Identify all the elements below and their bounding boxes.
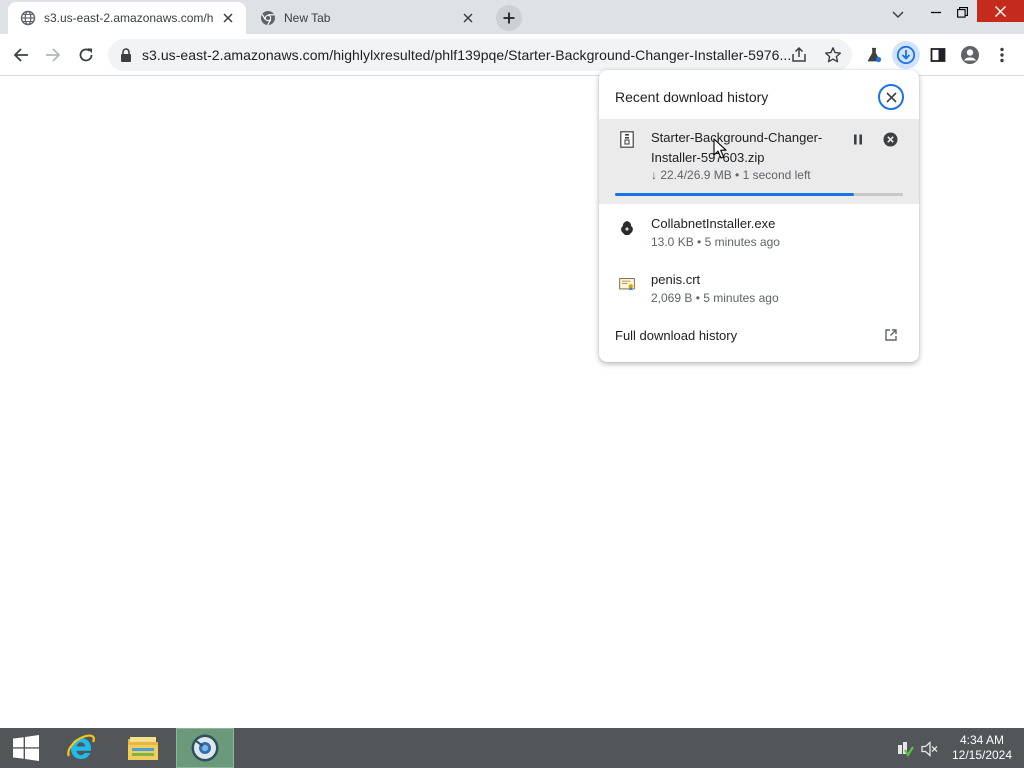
tab-strip: s3.us-east-2.amazonaws.com/highlylxresul… bbox=[0, 0, 1024, 34]
file-explorer-icon bbox=[128, 737, 158, 760]
side-panel-icon bbox=[930, 48, 946, 62]
close-icon bbox=[995, 5, 1006, 17]
download-icon bbox=[896, 45, 916, 65]
download-filename[interactable]: penis.crt bbox=[651, 270, 837, 290]
cancel-icon bbox=[883, 132, 897, 146]
close-tab-icon[interactable] bbox=[458, 8, 478, 28]
bubble-title: Recent download history bbox=[615, 89, 769, 105]
taskbar-file-explorer[interactable] bbox=[114, 728, 172, 768]
download-status: 13.0 KB • 5 minutes ago bbox=[651, 235, 780, 249]
bubble-close-button[interactable] bbox=[878, 84, 904, 110]
start-button[interactable] bbox=[0, 728, 52, 768]
clock-time: 4:34 AM bbox=[959, 733, 1005, 747]
download-status: 2,069 B • 5 minutes ago bbox=[651, 291, 779, 305]
restore-button[interactable] bbox=[950, 0, 974, 24]
cancel-download-button[interactable] bbox=[880, 129, 900, 149]
download-filename[interactable]: Starter-Background-Changer-Installer-597… bbox=[651, 128, 837, 168]
mouse-cursor-icon bbox=[713, 138, 727, 159]
forward-arrow-icon bbox=[46, 48, 61, 62]
menu-button[interactable] bbox=[988, 41, 1016, 69]
download-item[interactable]: penis.crt 2,069 B • 5 minutes ago bbox=[599, 264, 919, 316]
share-icon[interactable] bbox=[790, 46, 808, 64]
network-icon[interactable] bbox=[896, 740, 914, 758]
windows-logo-icon bbox=[13, 735, 39, 761]
tab-search-button[interactable] bbox=[884, 3, 912, 27]
back-button[interactable] bbox=[7, 41, 35, 69]
profile-avatar-icon bbox=[961, 46, 979, 64]
close-window-button[interactable] bbox=[977, 0, 1024, 22]
pause-icon bbox=[854, 134, 862, 144]
internet-explorer-icon bbox=[67, 734, 95, 759]
taskbar-internet-explorer[interactable] bbox=[52, 728, 110, 768]
chrome-icon bbox=[260, 10, 276, 26]
flask-icon bbox=[867, 47, 882, 63]
side-panel-button[interactable] bbox=[924, 41, 952, 69]
chrome-icon bbox=[191, 734, 219, 762]
profile-button[interactable] bbox=[956, 41, 984, 69]
download-progress-fill bbox=[615, 193, 855, 196]
minimize-button[interactable] bbox=[924, 0, 948, 24]
download-item[interactable]: Starter-Background-Changer-Installer-597… bbox=[599, 119, 919, 204]
full-download-history-link[interactable]: Full download history bbox=[615, 328, 737, 343]
bookmark-star-icon[interactable] bbox=[824, 46, 842, 64]
pause-download-button[interactable] bbox=[847, 129, 869, 149]
close-tab-icon[interactable] bbox=[218, 8, 238, 28]
address-bar[interactable]: s3.us-east-2.amazonaws.com/highlylxresul… bbox=[108, 39, 852, 71]
reload-icon bbox=[79, 48, 93, 62]
volume-muted-icon[interactable] bbox=[921, 740, 939, 758]
back-arrow-icon bbox=[13, 48, 28, 62]
globe-icon bbox=[20, 10, 36, 26]
system-clock[interactable]: 4:34 AM 12/15/2024 bbox=[944, 733, 1020, 763]
forward-button[interactable] bbox=[39, 41, 67, 69]
download-status: ↓ 22.4/26.9 MB • 1 second left bbox=[651, 168, 811, 182]
windows-taskbar: 4:34 AM 12/15/2024 bbox=[0, 728, 1024, 768]
minimize-icon bbox=[931, 11, 941, 14]
labs-button[interactable] bbox=[860, 41, 888, 69]
download-filename[interactable]: CollabnetInstaller.exe bbox=[651, 214, 837, 234]
restore-icon bbox=[956, 6, 968, 18]
lock-icon[interactable] bbox=[118, 47, 134, 63]
download-item[interactable]: CollabnetInstaller.exe 13.0 KB • 5 minut… bbox=[599, 208, 919, 260]
certificate-file-icon bbox=[619, 275, 635, 293]
url-text[interactable]: s3.us-east-2.amazonaws.com/highlylxresul… bbox=[142, 47, 792, 63]
exe-file-icon bbox=[619, 219, 635, 237]
plus-icon bbox=[503, 12, 515, 24]
clock-date: 12/15/2024 bbox=[951, 748, 1013, 762]
kebab-menu-icon bbox=[1000, 47, 1004, 63]
new-tab-button[interactable] bbox=[496, 5, 522, 31]
tab-title: s3.us-east-2.amazonaws.com/highlylxresul… bbox=[44, 11, 214, 25]
zip-file-icon bbox=[619, 130, 635, 148]
download-bubble: Recent download history Starter-Backgrou… bbox=[599, 70, 919, 362]
close-icon bbox=[885, 91, 897, 103]
taskbar-chrome[interactable] bbox=[176, 728, 234, 768]
downloads-button[interactable] bbox=[892, 41, 920, 69]
tab-new-tab[interactable]: New Tab bbox=[248, 2, 486, 34]
tab-title: New Tab bbox=[284, 11, 331, 25]
open-external-icon[interactable] bbox=[883, 327, 899, 343]
chevron-down-icon bbox=[892, 11, 904, 19]
reload-button[interactable] bbox=[72, 41, 100, 69]
download-progress-bar bbox=[615, 193, 903, 196]
tab-active-s3[interactable]: s3.us-east-2.amazonaws.com/highlylxresul… bbox=[8, 2, 246, 34]
